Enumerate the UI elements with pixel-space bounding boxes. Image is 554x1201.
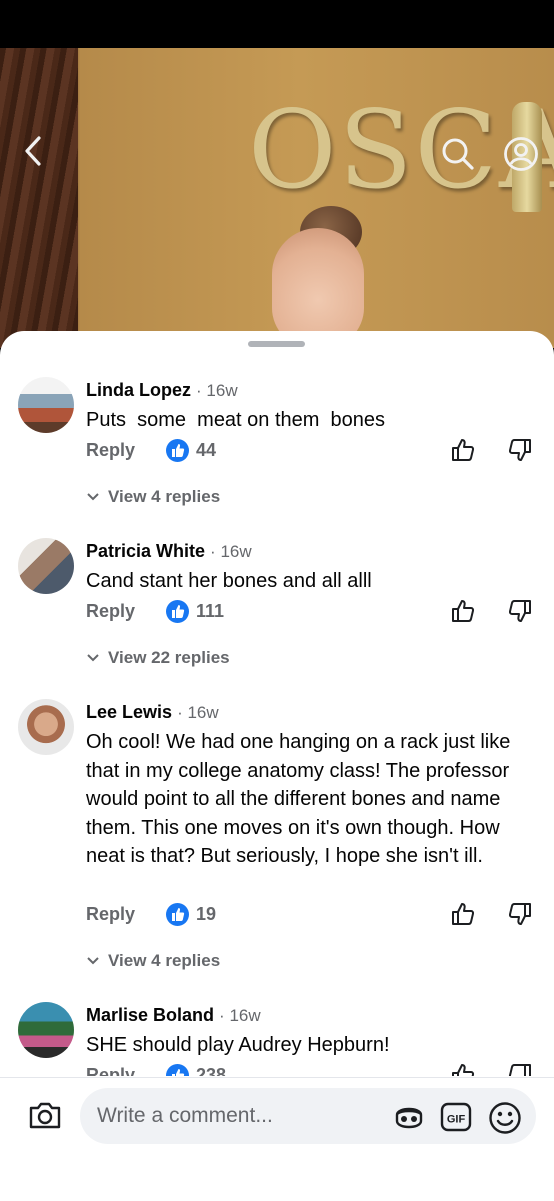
like-count: 44 <box>196 440 217 460</box>
avatar-sticker-icon <box>395 1107 423 1129</box>
like-count: 111 <box>196 601 225 621</box>
comments-list[interactable]: Linda Lopez · 16w Puts some meat on them… <box>0 331 554 1076</box>
avatar[interactable] <box>18 538 74 594</box>
video-player[interactable]: OSCA <box>0 48 554 348</box>
search-icon <box>442 138 474 170</box>
camera-button[interactable] <box>28 1100 62 1135</box>
like-count: 19 <box>196 904 217 924</box>
thumbs-down-button[interactable] <box>507 598 533 629</box>
thumbs-down-button[interactable] <box>507 1062 533 1076</box>
comment-timestamp: 16w <box>206 381 238 400</box>
avatar[interactable] <box>18 1002 74 1058</box>
commenter-name[interactable]: Patricia White <box>86 541 205 561</box>
profile-button[interactable] <box>503 136 539 177</box>
comment-composer: Write a comment... GIF <box>0 1077 554 1201</box>
gif-button[interactable]: GIF <box>440 1102 472 1137</box>
comment-actions: Reply 111 <box>86 598 546 628</box>
camera-icon <box>29 1102 61 1129</box>
thumbs-down-icon <box>508 439 531 461</box>
comment-text: Puts some meat on them bones <box>86 409 386 431</box>
thumbs-down-icon <box>508 903 531 925</box>
reply-button[interactable]: Reply <box>86 904 135 925</box>
thumbs-down-button[interactable] <box>507 901 533 932</box>
status-bar <box>0 0 554 48</box>
reply-button[interactable]: Reply <box>86 601 135 622</box>
like-badge-icon <box>166 903 189 926</box>
view-replies-link[interactable]: View 22 replies <box>86 648 230 668</box>
comment-text: Oh cool! We had one hanging on a rack ju… <box>86 731 511 868</box>
thumbs-up-icon <box>452 439 475 461</box>
gif-label: GIF <box>447 1114 466 1126</box>
avatar-sticker-button[interactable] <box>392 1101 426 1138</box>
thumbs-up-button[interactable] <box>450 901 476 932</box>
search-button[interactable] <box>440 136 476 177</box>
thumbs-down-button[interactable] <box>507 437 533 468</box>
thumbs-up-icon <box>452 600 475 622</box>
view-replies-link[interactable]: View 4 replies <box>86 951 220 971</box>
comment-actions: Reply 238 <box>86 1062 546 1076</box>
comment-input-placeholder: Write a comment... <box>97 1104 273 1127</box>
comment-actions: Reply 44 <box>86 437 546 467</box>
comment-timestamp: 16w <box>229 1006 261 1025</box>
thumbs-up-button[interactable] <box>450 1062 476 1076</box>
thumbs-up-button[interactable] <box>450 598 476 629</box>
chevron-down-icon <box>86 951 100 971</box>
chevron-left-icon <box>25 136 41 166</box>
thumbs-up-icon <box>452 903 475 925</box>
thumbs-up-icon <box>452 1064 475 1076</box>
emoji-button[interactable] <box>488 1101 522 1140</box>
comment-text: Cand stant her bones and all alll <box>86 570 372 592</box>
comments-sheet: Linda Lopez · 16w Puts some meat on them… <box>0 331 554 1200</box>
comment-text: SHE should play Audrey Hepburn! <box>86 1034 390 1056</box>
wood-panel <box>0 48 78 348</box>
thumbs-down-icon <box>508 600 531 622</box>
comment-input[interactable]: Write a comment... GIF <box>80 1088 536 1144</box>
reply-button[interactable]: Reply <box>86 440 135 461</box>
profile-icon <box>504 137 538 171</box>
comment-timestamp: 16w <box>220 542 252 561</box>
comment-actions: Reply 19 <box>86 901 546 931</box>
like-badge-icon <box>166 439 189 462</box>
reply-button[interactable]: Reply <box>86 1065 135 1076</box>
like-count: 238 <box>196 1065 227 1076</box>
view-replies-link[interactable]: View 4 replies <box>86 487 220 507</box>
commenter-name[interactable]: Lee Lewis <box>86 702 172 722</box>
commenter-name[interactable]: Marlise Boland <box>86 1005 214 1025</box>
avatar[interactable] <box>18 699 74 755</box>
avatar[interactable] <box>18 377 74 433</box>
person-face <box>272 228 364 348</box>
gif-icon: GIF <box>440 1102 472 1132</box>
comment-timestamp: 16w <box>187 703 219 722</box>
commenter-name[interactable]: Linda Lopez <box>86 380 191 400</box>
like-badge-icon <box>166 600 189 623</box>
like-badge-icon <box>166 1064 189 1076</box>
thumbs-up-button[interactable] <box>450 437 476 468</box>
chevron-down-icon <box>86 648 100 668</box>
back-button[interactable] <box>20 134 46 173</box>
thumbs-down-icon <box>508 1064 531 1076</box>
chevron-down-icon <box>86 487 100 507</box>
emoji-icon <box>489 1102 521 1134</box>
